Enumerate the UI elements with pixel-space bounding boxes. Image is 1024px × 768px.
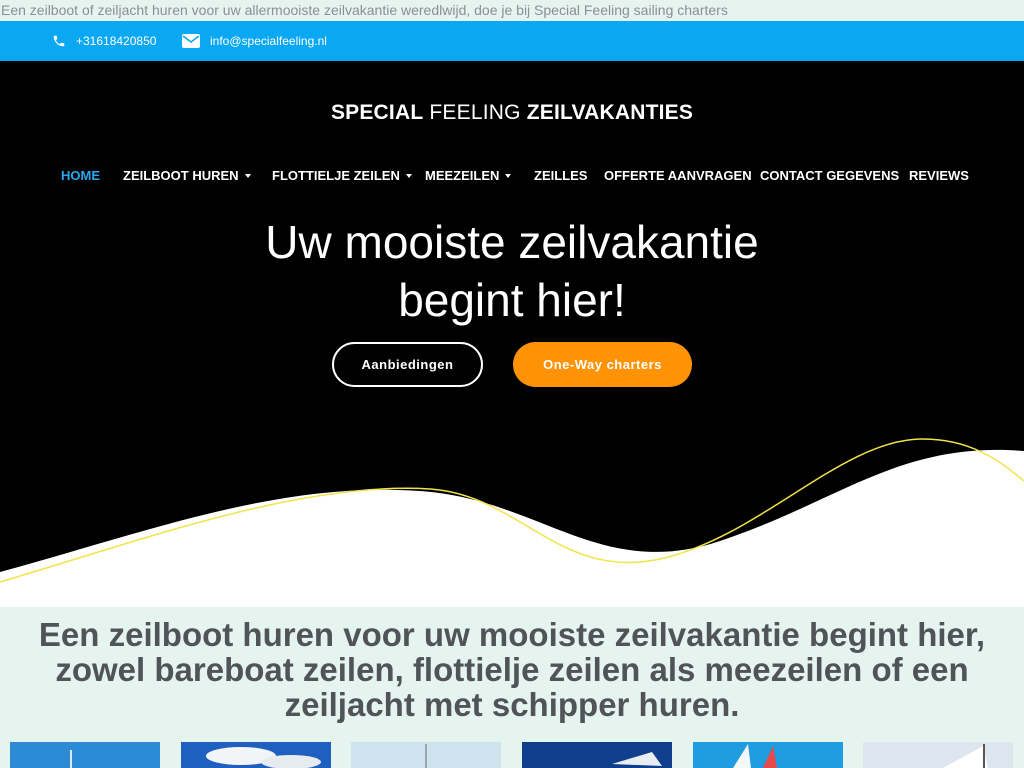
hero-section: SPECIAL FEELING ZEILVAKANTIES HOME ZEILB… <box>0 61 1024 607</box>
email-link[interactable]: info@specialfeeling.nl <box>182 21 327 61</box>
contact-bar: +31618420850 info@specialfeeling.nl <box>0 21 1024 61</box>
wave-divider <box>0 438 1024 607</box>
intro-line2: zowel bareboat zeilen, flottielje zeilen… <box>55 651 969 688</box>
boat-thumbnail[interactable] <box>522 742 672 768</box>
boat-thumbnail[interactable] <box>863 742 1013 768</box>
top-tagline: Een zeilboot of zeiljacht huren voor uw … <box>0 0 1024 21</box>
phone-icon <box>52 34 66 48</box>
email-address: info@specialfeeling.nl <box>210 34 327 48</box>
boat-thumbnails <box>0 742 1024 768</box>
phone-link[interactable]: +31618420850 <box>52 21 156 61</box>
intro-line3: zeiljacht met schipper huren. <box>284 686 740 723</box>
intro-line1: Een zeilboot huren voor uw mooiste zeilv… <box>38 616 986 653</box>
phone-number: +31618420850 <box>76 34 157 48</box>
boat-thumbnail[interactable] <box>10 742 160 768</box>
intro-heading: Een zeilboot huren voor uw mooiste zeilv… <box>0 607 1024 722</box>
envelope-icon <box>182 34 200 48</box>
boat-thumbnail[interactable] <box>351 742 501 768</box>
boat-thumbnail[interactable] <box>693 742 843 768</box>
boat-thumbnail[interactable] <box>181 742 331 768</box>
